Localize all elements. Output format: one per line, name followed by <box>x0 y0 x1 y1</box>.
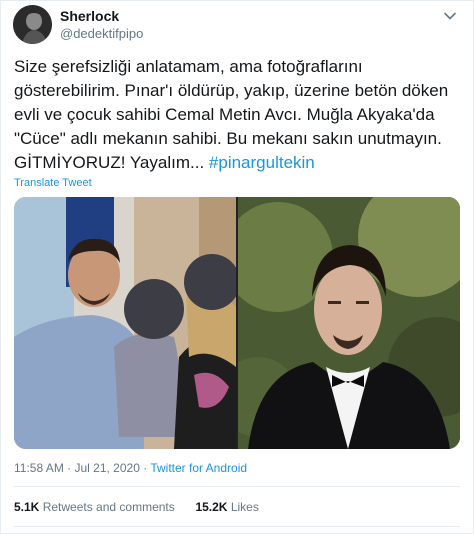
tweet-date[interactable]: Jul 21, 2020 <box>74 461 139 475</box>
tweet-meta: 11:58 AM · Jul 21, 2020 · Twitter for An… <box>14 461 247 475</box>
likes-stat[interactable]: 15.2K Likes <box>195 500 258 514</box>
chevron-down-icon[interactable] <box>443 9 457 23</box>
translate-tweet-link[interactable]: Translate Tweet <box>14 177 92 189</box>
meta-separator: · <box>63 461 75 475</box>
likes-count: 15.2K <box>195 500 228 514</box>
hashtag-link[interactable]: #pinargultekin <box>209 153 315 172</box>
divider <box>14 486 460 487</box>
divider <box>14 526 460 527</box>
tweet-text: Size şerefsizliği anlatamam, ama fotoğra… <box>14 55 464 175</box>
author-name[interactable]: Sherlock <box>60 8 119 24</box>
retweets-stat[interactable]: 5.1K Retweets and comments <box>14 500 175 514</box>
avatar[interactable] <box>13 5 52 44</box>
photo-left[interactable] <box>14 197 236 449</box>
tweet-source[interactable]: Twitter for Android <box>150 461 247 475</box>
retweets-label: Retweets and comments <box>42 500 175 514</box>
tweet-media[interactable] <box>14 197 460 449</box>
retweets-count: 5.1K <box>14 500 40 514</box>
meta-separator: · <box>139 461 151 475</box>
tweet-time[interactable]: 11:58 AM <box>14 461 64 475</box>
tweet-stats: 5.1K Retweets and comments 15.2K Likes <box>14 500 259 514</box>
tweet-card: Sherlock @dedektifpipo Size şerefsizliği… <box>0 0 474 534</box>
author-handle[interactable]: @dedektifpipo <box>60 26 143 41</box>
likes-label: Likes <box>230 500 259 514</box>
photo-right[interactable] <box>238 197 460 449</box>
